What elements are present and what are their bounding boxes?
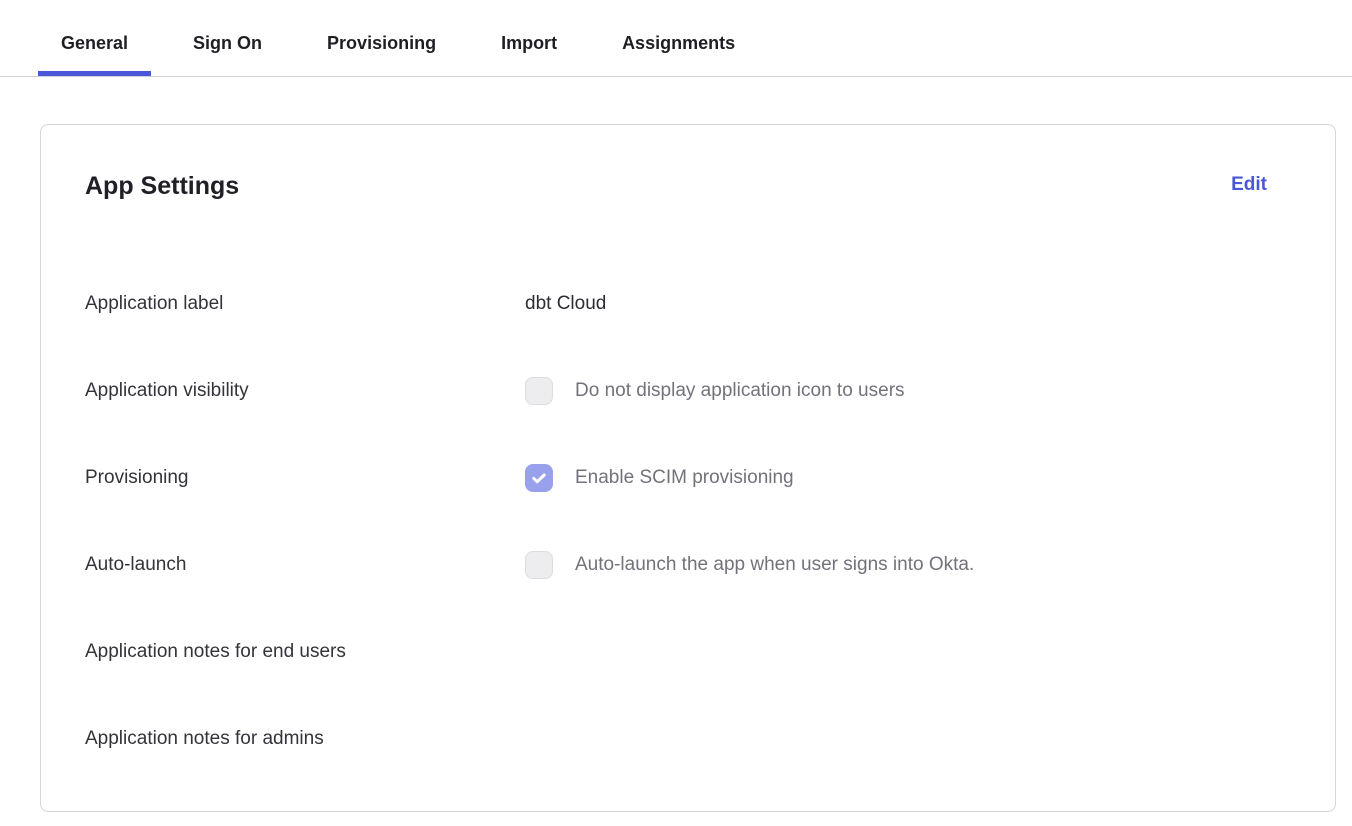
field-label: Application label — [85, 293, 525, 315]
application-visibility-option: Do not display application icon to users — [525, 377, 905, 405]
field-label: Auto-launch — [85, 554, 525, 576]
tab-provisioning-label: Provisioning — [327, 33, 436, 54]
auto-launch-option: Auto-launch the app when user signs into… — [525, 551, 974, 579]
tab-import[interactable]: Import — [478, 10, 580, 76]
row-notes-admins: Application notes for admins — [85, 695, 1267, 782]
tab-sign-on-label: Sign On — [193, 33, 262, 54]
auto-launch-checkbox[interactable] — [525, 551, 553, 579]
field-label: Application notes for end users — [85, 641, 525, 663]
checkbox-label: Do not display application icon to users — [575, 380, 905, 402]
row-provisioning: Provisioning Enable SCIM provisioning — [85, 434, 1267, 521]
tab-provisioning[interactable]: Provisioning — [304, 10, 459, 76]
tab-import-label: Import — [501, 33, 557, 54]
application-visibility-checkbox[interactable] — [525, 377, 553, 405]
app-settings-card: App Settings Edit Application label dbt … — [40, 124, 1336, 812]
card-header: App Settings Edit — [85, 171, 1267, 202]
tab-assignments[interactable]: Assignments — [599, 10, 758, 76]
scim-provisioning-option: Enable SCIM provisioning — [525, 464, 794, 492]
tab-general[interactable]: General — [38, 10, 151, 76]
field-label: Provisioning — [85, 467, 525, 489]
field-label: Application notes for admins — [85, 728, 525, 750]
row-application-label: Application label dbt Cloud — [85, 260, 1267, 347]
tab-sign-on[interactable]: Sign On — [170, 10, 285, 76]
checkbox-label: Enable SCIM provisioning — [575, 467, 794, 489]
checkbox-label: Auto-launch the app when user signs into… — [575, 554, 974, 576]
app-tab-bar: General Sign On Provisioning Import Assi… — [0, 0, 1352, 77]
tab-assignments-label: Assignments — [622, 33, 735, 54]
settings-rows: Application label dbt Cloud Application … — [85, 260, 1267, 782]
edit-button[interactable]: Edit — [1231, 171, 1267, 198]
scim-provisioning-checkbox[interactable] — [525, 464, 553, 492]
field-label: Application visibility — [85, 380, 525, 402]
tab-general-label: General — [61, 33, 128, 54]
row-notes-end-users: Application notes for end users — [85, 608, 1267, 695]
check-icon — [530, 469, 548, 487]
application-label-value: dbt Cloud — [525, 293, 606, 315]
row-auto-launch: Auto-launch Auto-launch the app when use… — [85, 521, 1267, 608]
row-application-visibility: Application visibility Do not display ap… — [85, 347, 1267, 434]
card-title: App Settings — [85, 171, 239, 202]
